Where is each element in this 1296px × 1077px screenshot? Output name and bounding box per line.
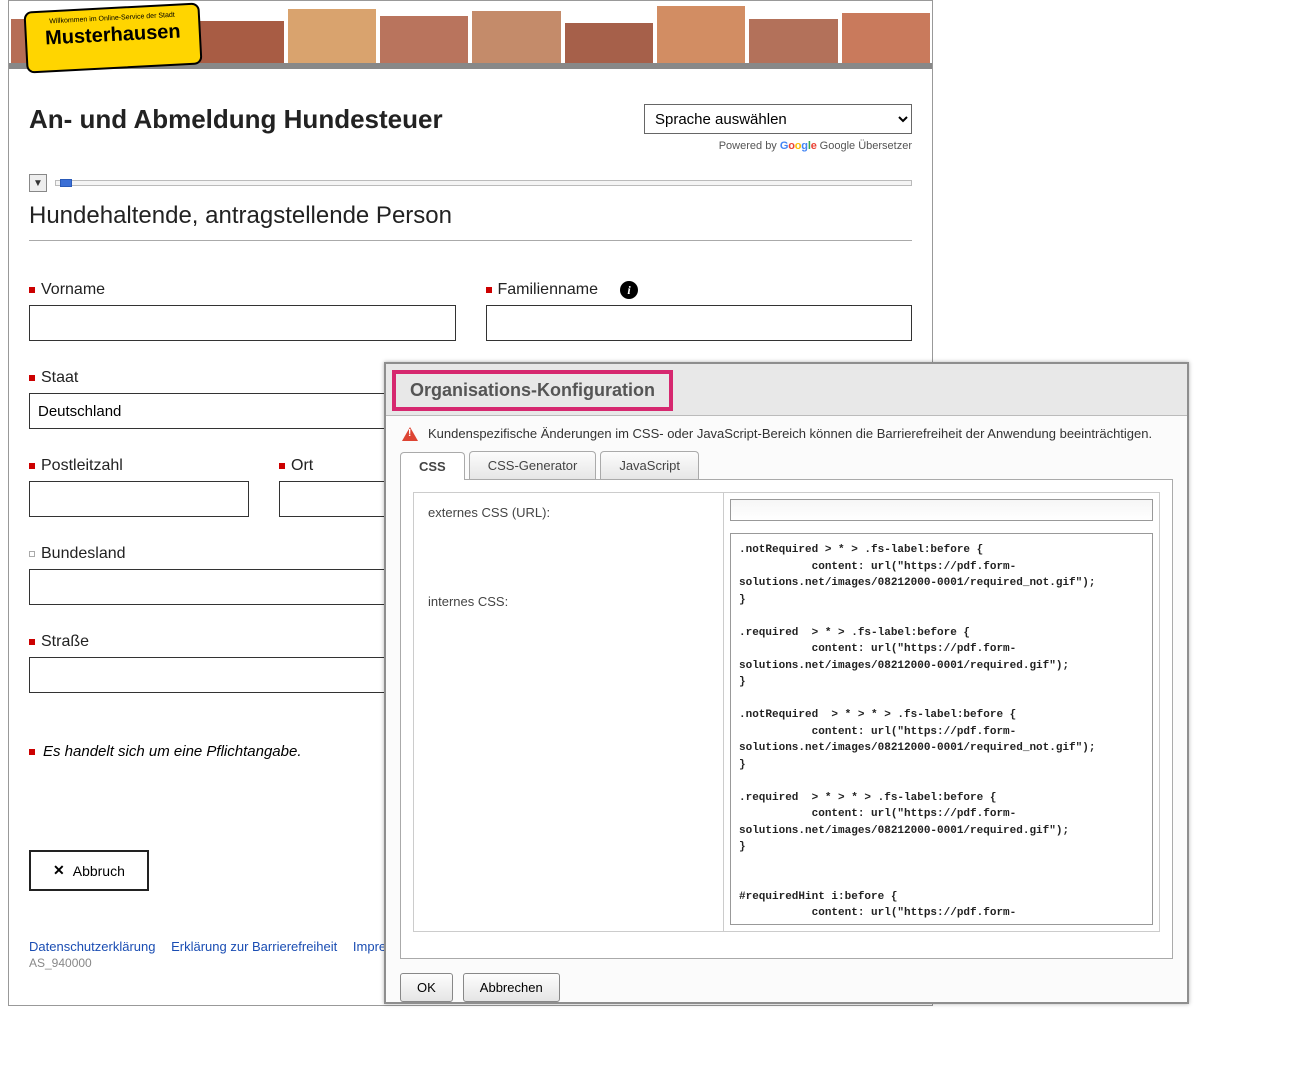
tab-panel-css: externes CSS (URL): internes CSS: .notRe…	[400, 479, 1173, 959]
org-config-dialog: Organisations-Konfiguration Kundenspezif…	[384, 362, 1189, 1004]
warning-icon	[402, 427, 418, 441]
vorname-label: Vorname	[41, 281, 105, 299]
required-hint-text: Es handelt sich um eine Pflichtangabe.	[43, 743, 302, 760]
progress-toggle[interactable]: ▼	[29, 174, 47, 192]
dialog-header: Organisations-Konfiguration	[386, 364, 1187, 416]
city-sign: Willkommen im Online-Service der Stadt M…	[23, 2, 202, 73]
required-mark-icon	[279, 463, 285, 469]
required-mark-icon	[486, 287, 492, 293]
dialog-title: Organisations-Konfiguration	[410, 380, 655, 400]
abort-button[interactable]: ✕ Abbruch	[29, 850, 149, 891]
required-mark-icon	[29, 639, 35, 645]
staat-label: Staat	[41, 369, 78, 387]
internal-css-textarea[interactable]: .notRequired > * > .fs-label:before { co…	[730, 533, 1153, 925]
progress-fill	[60, 179, 72, 187]
link-impressum[interactable]: Impre	[353, 939, 386, 954]
required-mark-icon	[29, 287, 35, 293]
required-mark-icon	[29, 749, 35, 755]
header-banner: Willkommen im Online-Service der Stadt M…	[9, 1, 932, 86]
section-title: Hundehaltende, antragstellende Person	[29, 202, 912, 230]
external-css-input[interactable]	[730, 499, 1153, 521]
dialog-warning: Kundenspezifische Änderungen im CSS- ode…	[386, 416, 1187, 451]
plz-input[interactable]	[29, 481, 249, 517]
plz-label: Postleitzahl	[41, 457, 123, 475]
strasse-label: Straße	[41, 633, 89, 651]
link-barrierefreiheit[interactable]: Erklärung zur Barrierefreiheit	[171, 939, 337, 954]
bundesland-label: Bundesland	[41, 545, 126, 563]
required-mark-icon	[29, 375, 35, 381]
language-select[interactable]: Sprache auswählen	[644, 104, 912, 134]
page-title: An- und Abmeldung Hundesteuer	[29, 104, 443, 135]
familienname-input[interactable]	[486, 305, 913, 341]
tab-css-generator[interactable]: CSS-Generator	[469, 451, 597, 479]
dialog-title-highlight: Organisations-Konfiguration	[392, 370, 673, 411]
external-css-label: externes CSS (URL):	[428, 505, 709, 520]
close-icon: ✕	[53, 862, 65, 879]
ort-label: Ort	[291, 457, 313, 475]
info-icon[interactable]: i	[620, 281, 638, 299]
section-divider	[29, 240, 912, 241]
link-datenschutz[interactable]: Datenschutzerklärung	[29, 939, 155, 954]
abort-button-label: Abbruch	[73, 863, 125, 879]
optional-mark-icon	[29, 551, 35, 557]
internal-css-label: internes CSS:	[428, 594, 709, 609]
familienname-label: Familienname	[498, 281, 598, 299]
vorname-input[interactable]	[29, 305, 456, 341]
cancel-button[interactable]: Abbrechen	[463, 973, 560, 1002]
google-logo-text: Google	[780, 140, 817, 152]
progress-bar	[55, 180, 912, 186]
tab-javascript[interactable]: JavaScript	[600, 451, 699, 479]
tab-css[interactable]: CSS	[400, 452, 465, 480]
dialog-warning-text: Kundenspezifische Änderungen im CSS- ode…	[428, 426, 1152, 441]
dialog-tabs: CSS CSS-Generator JavaScript	[400, 451, 1173, 479]
required-mark-icon	[29, 463, 35, 469]
powered-by-label: Powered by Google Google Übersetzer	[644, 140, 912, 152]
ok-button[interactable]: OK	[400, 973, 453, 1002]
